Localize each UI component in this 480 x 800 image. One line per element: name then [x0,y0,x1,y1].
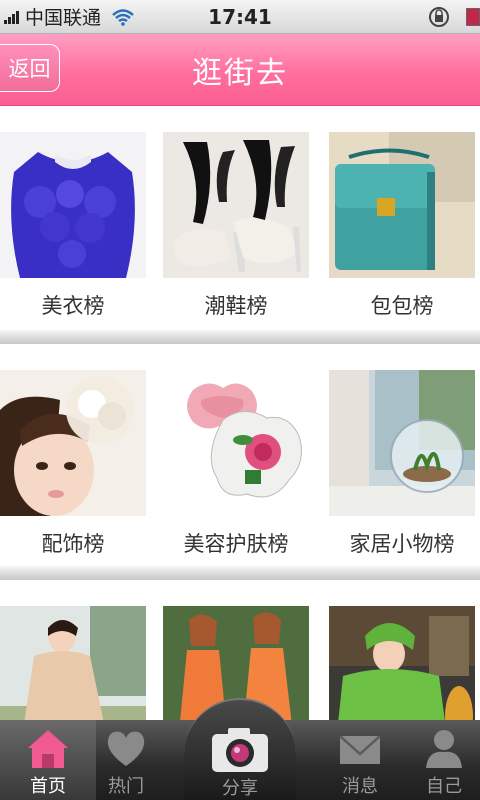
tab-label: 热门 [108,776,144,797]
bow-heels-photo [163,132,309,278]
category-tile-home[interactable]: 家居小物榜 [329,370,475,558]
row-divider [0,330,480,344]
person-icon [426,730,462,768]
envelope-icon [339,735,381,764]
category-label: 配饰榜 [41,532,105,556]
category-grid: 美衣榜 潮鞋榜 包包榜 配饰榜 美容护肤榜 家居小物榜 [0,106,480,720]
beige-cardigan-girl-photo [0,606,146,720]
category-label: 家居小物榜 [349,532,455,556]
tab-messages[interactable]: 消息 [312,720,408,800]
nav-header: 返回 逛街去 [0,34,480,106]
tab-share[interactable]: 分享 [184,698,296,800]
category-tile-clothes[interactable]: 美衣榜 [0,132,146,320]
category-tile[interactable] [0,606,146,720]
bottom-tab-bar: 首页 热门 分享 消息 自己 [0,698,480,800]
category-tile-skincare[interactable]: 美容护肤榜 [163,370,309,558]
hair-flower-fascinator-photo [0,370,146,516]
rotation-lock-icon [429,7,449,27]
status-bar: 中国联通 17:41 [0,0,480,34]
clock: 17:41 [208,4,272,29]
battery-icon [466,8,480,26]
flower-tin-balm-photo [163,370,309,516]
heart-icon [107,731,145,766]
category-tile-accessories[interactable]: 配饰榜 [0,370,146,558]
blue-ruffle-top-photo [0,132,146,278]
category-label: 包包榜 [370,294,434,318]
category-tile-shoes[interactable]: 潮鞋榜 [163,132,309,320]
green-hoodie-girl-photo [329,606,475,720]
page-title: 逛街去 [192,56,288,91]
category-tile[interactable] [329,606,475,720]
teal-handbag-photo [329,132,475,278]
tab-label: 自己 [426,776,462,797]
category-label: 潮鞋榜 [204,294,268,318]
camera-icon [212,728,268,772]
tab-hot[interactable]: 热门 [78,720,174,800]
category-label: 美容护肤榜 [183,532,289,556]
tab-label: 分享 [222,778,258,799]
row-divider [0,566,480,580]
home-icon [28,730,68,768]
glass-terrarium-photo [329,370,475,516]
category-label: 美衣榜 [41,294,105,318]
category-tile-bags[interactable]: 包包榜 [329,132,475,320]
tab-label: 消息 [342,776,378,797]
tab-me[interactable]: 自己 [396,720,480,800]
